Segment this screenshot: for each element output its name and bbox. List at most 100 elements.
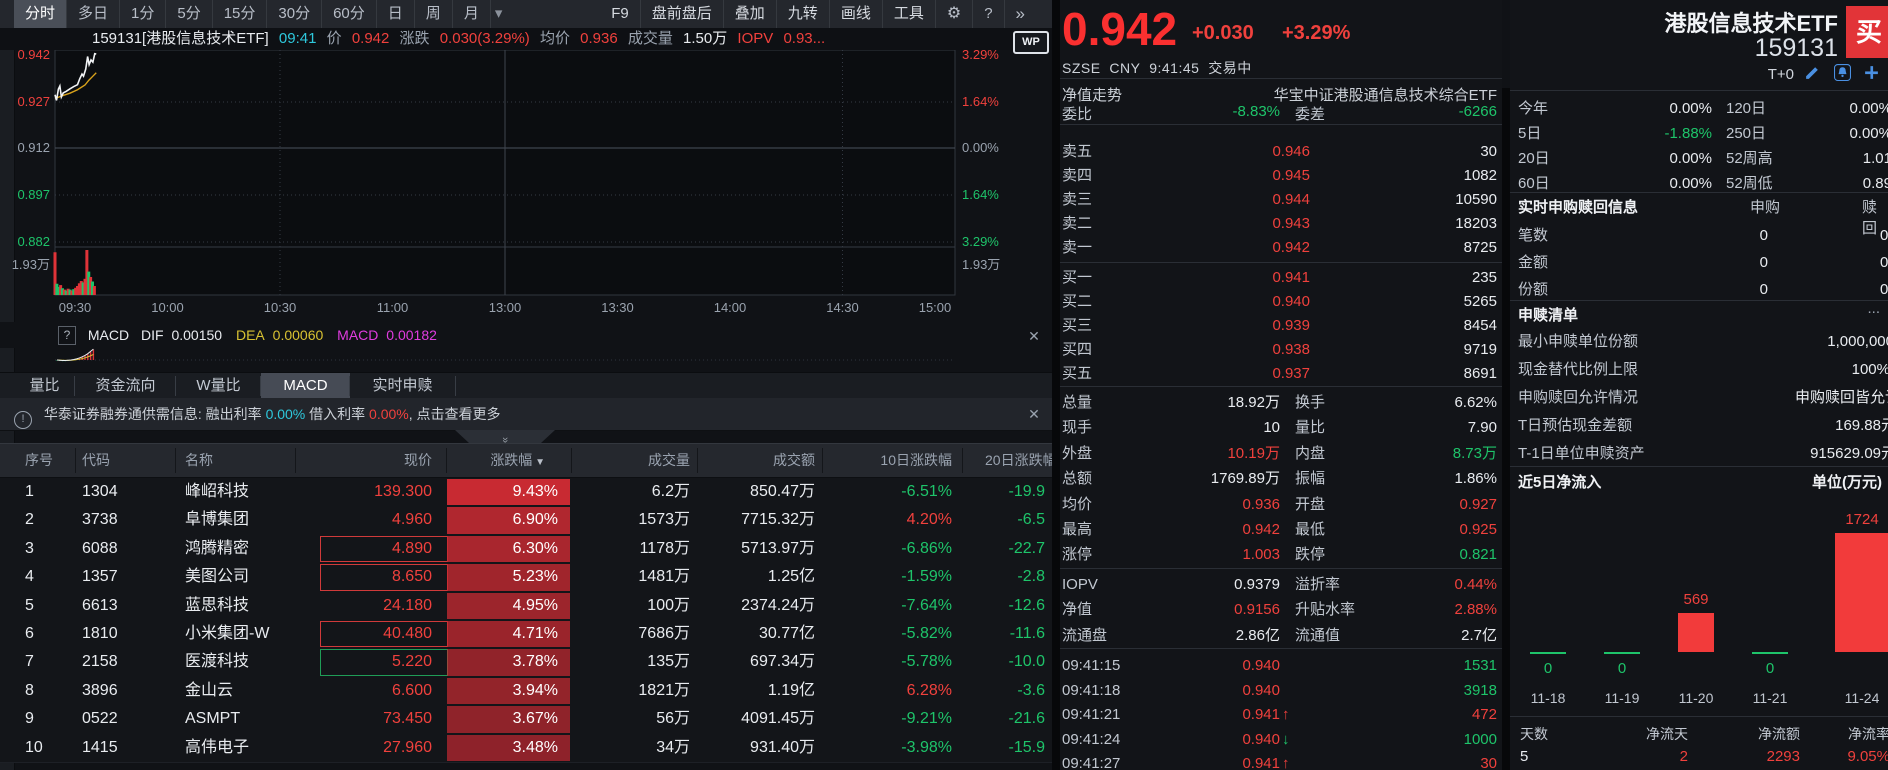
period-tab-5分[interactable]: 5分 (166, 0, 212, 28)
toolbar-item-叠加[interactable]: 叠加 (724, 0, 777, 28)
list-value: 915629.09元 (1660, 440, 1888, 468)
toolbar-item-画线[interactable]: 画线 (830, 0, 883, 28)
bell-icon[interactable] (1834, 64, 1851, 81)
table-row[interactable]: 56613蓝思科技24.1804.95%100万2374.24万-7.64%-1… (0, 592, 1052, 621)
bid-row[interactable]: 买五0.9378691 (1060, 362, 1502, 386)
bid-row[interactable]: 买四0.9389719 (1060, 338, 1502, 362)
col-header-10日涨跌幅[interactable]: 10日涨跌幅 (880, 444, 952, 477)
period-tab-1分[interactable]: 1分 (120, 0, 166, 28)
col-header-现价[interactable]: 现价 (404, 444, 432, 477)
intraday-chart[interactable] (0, 50, 1052, 322)
period-tab-周[interactable]: 周 (415, 0, 453, 28)
list-item: T-1日单位申赎资产915629.09元 (1510, 440, 1888, 468)
volume-axis-label: 1.93万 (962, 257, 1024, 273)
period-tab-月[interactable]: 月 (453, 0, 491, 28)
buy-button[interactable]: 买 (1846, 6, 1888, 58)
table-row[interactable]: 101415高伟电子27.9603.48%34万931.40万-3.98%-15… (0, 734, 1052, 763)
tick-time: 09:41:18 (1062, 679, 1120, 703)
table-row[interactable]: 23738阜博集团4.9606.90%1573万7715.32万4.20%-6.… (0, 506, 1052, 535)
inflow-date-label: 11-21 (1740, 690, 1800, 706)
plus-icon[interactable] (1863, 64, 1880, 81)
avg-label: 均价 (540, 30, 570, 47)
tick-time: 09:41:27 (1062, 752, 1120, 770)
toolbar-item-工具[interactable]: 工具 (883, 0, 936, 28)
table-row[interactable]: 11304峰岹科技139.3009.43%6.2万850.47万-6.51%-1… (0, 478, 1052, 507)
ask-row[interactable]: 卖三0.94410590 (1060, 188, 1502, 212)
level-label: 买五 (1062, 362, 1092, 386)
indicator-tab-MACD[interactable]: MACD (261, 373, 350, 399)
period-dropdown-icon[interactable]: ▾ (491, 0, 507, 28)
cell-volume: 56万 (656, 705, 690, 732)
ask-row[interactable]: 卖五0.94630 (1060, 140, 1502, 164)
x-axis-time-label: 14:30 (813, 300, 873, 316)
rt-subscribe-value: 0 (1710, 276, 1768, 303)
table-row[interactable]: 61810小米集团-W40.4804.71%7686万30.77亿-5.82%-… (0, 620, 1052, 649)
collapse-notch[interactable]: » (455, 430, 555, 443)
indicator-tab-W量比[interactable]: W量比 (176, 373, 261, 399)
table-row[interactable]: 41357美图公司8.6505.23%1481万1.25亿-1.59%-2.8 (0, 563, 1052, 592)
cell-change-pct: 6.90% (447, 507, 570, 533)
col-header-序号[interactable]: 序号 (25, 444, 53, 477)
ask-row[interactable]: 卖四0.9451082 (1060, 164, 1502, 188)
more-chevron-icon[interactable]: » (1005, 0, 1036, 28)
period-tab-15分[interactable]: 15分 (213, 0, 268, 28)
cell-volume: 1821万 (638, 677, 690, 704)
bid-row[interactable]: 买二0.9405265 (1060, 290, 1502, 314)
col-header-代码[interactable]: 代码 (82, 444, 110, 477)
inflow-bar-label: 569 (1666, 591, 1726, 608)
cell-price: 6.600 (392, 677, 432, 704)
nav-label[interactable]: 净值走势 (1062, 84, 1122, 105)
col-header-成交额[interactable]: 成交额 (773, 444, 815, 477)
pencil-icon[interactable] (1804, 64, 1821, 81)
period-tab-30分[interactable]: 30分 (267, 0, 322, 28)
ask-row[interactable]: 卖二0.94318203 (1060, 212, 1502, 236)
level-label: 卖一 (1062, 236, 1092, 260)
col-header-涨跌幅[interactable]: 涨跌幅 ▼ (490, 444, 545, 479)
stat-label: 总额 (1062, 466, 1092, 491)
period-tab-60分[interactable]: 60分 (322, 0, 377, 28)
perf-label: 20日 (1518, 146, 1550, 171)
y-axis-pct-label: 3.29% (962, 234, 1024, 250)
sort-desc-icon[interactable]: ▼ (532, 457, 545, 468)
period-tab-日[interactable]: 日 (377, 0, 415, 28)
lend-rate: 0.00% (266, 406, 306, 422)
table-row[interactable]: 90522ASMPT73.4503.67%56万4091.45万-9.21%-2… (0, 705, 1052, 734)
col-header-20日涨跌幅[interactable]: 20日涨跌幅 (985, 444, 1057, 477)
stat-value: 18.92万 (1180, 390, 1280, 415)
cell-20d: -6.5 (1017, 506, 1045, 533)
notice-close-icon[interactable]: ✕ (1026, 406, 1042, 422)
col-header-成交量[interactable]: 成交量 (648, 444, 690, 477)
notice-more-link[interactable]: , 点击查看更多 (409, 406, 501, 422)
table-row[interactable]: 72158医渡科技5.2203.78%135万697.34万-5.78%-10.… (0, 648, 1052, 677)
help-circle-icon[interactable]: ? (973, 0, 1004, 28)
stat-row: 流通盘2.86亿流通值2.7亿 (1060, 623, 1502, 648)
col-header-名称[interactable]: 名称 (185, 444, 213, 477)
indicator-help-icon[interactable]: ? (58, 326, 76, 345)
toolbar-item-九转[interactable]: 九转 (777, 0, 830, 28)
cell-volume: 1481万 (638, 563, 690, 590)
more-ellipsis-icon[interactable]: ... (1867, 300, 1880, 317)
indicator-tab-量比[interactable]: 量比 (14, 373, 75, 399)
ask-row[interactable]: 卖一0.9428725 (1060, 236, 1502, 260)
f9-button[interactable]: F9 (600, 0, 641, 28)
level-price: 0.939 (1230, 314, 1310, 338)
dea-value: 0.00060 (273, 327, 324, 343)
last-price: 0.942 (1062, 2, 1177, 56)
indicator-tab-资金流向[interactable]: 资金流向 (75, 373, 176, 399)
bid-row[interactable]: 买一0.941235 (1060, 266, 1502, 290)
indicator-tab-实时申赎[interactable]: 实时申赎 (350, 373, 455, 399)
gear-icon[interactable]: ⚙ (936, 0, 973, 28)
period-tab-多日[interactable]: 多日 (67, 0, 120, 28)
period-tab-分时[interactable]: 分时 (14, 0, 67, 28)
x-axis-time-label: 11:00 (363, 300, 423, 316)
table-row[interactable]: 36088鸿腾精密4.8906.30%1178万5713.97万-6.86%-2… (0, 535, 1052, 564)
toolbar-item-盘前盘后[interactable]: 盘前盘后 (641, 0, 724, 28)
cell-10d: -9.21% (901, 705, 952, 732)
macd-close-icon[interactable]: ✕ (1026, 328, 1042, 344)
table-row[interactable]: 83896金山云6.6003.94%1821万1.19亿6.28%-3.6 (0, 677, 1052, 706)
margin-notice-bar[interactable]: ! 华泰证券融券通供需信息: 融出利率 0.00% 借入利率 0.00%, 点击… (0, 398, 1052, 431)
level-label: 卖二 (1062, 212, 1092, 236)
tab-divider (260, 376, 261, 396)
bid-row[interactable]: 买三0.9398454 (1060, 314, 1502, 338)
cell-turnover: 697.34万 (750, 648, 815, 675)
